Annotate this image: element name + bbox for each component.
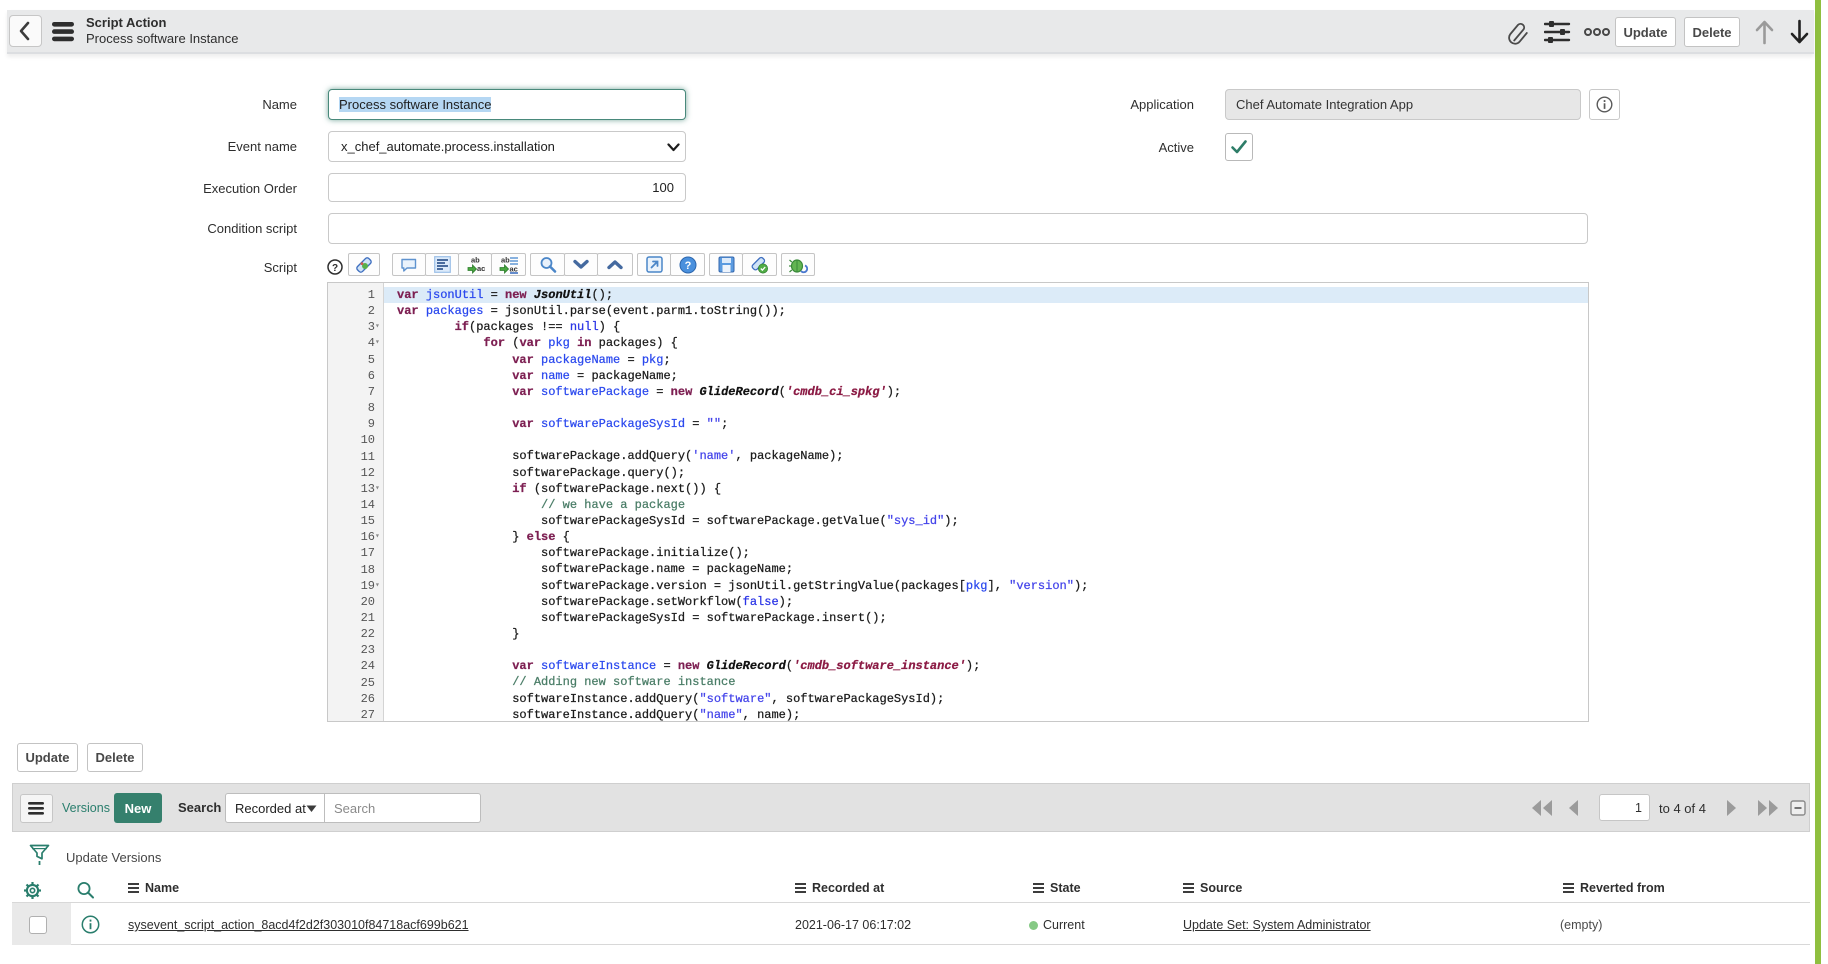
svg-text:?: ?: [332, 263, 338, 274]
svg-text:ac: ac: [510, 265, 518, 274]
svg-text:ac: ac: [477, 264, 485, 273]
svg-text:?: ?: [684, 260, 691, 272]
svg-text:ab: ab: [501, 256, 510, 265]
